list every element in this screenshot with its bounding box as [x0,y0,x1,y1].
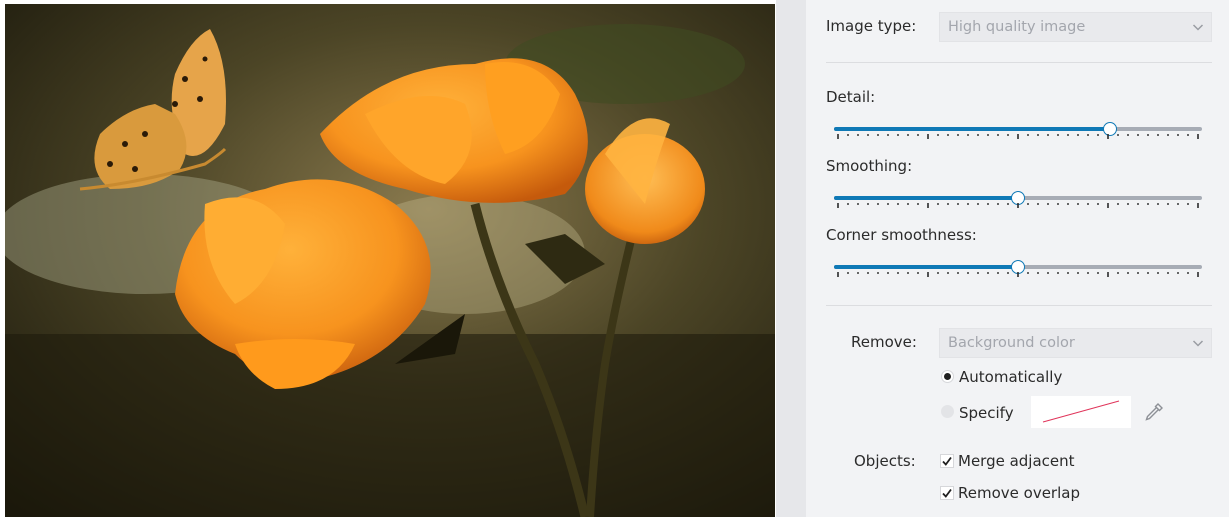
color-swatch[interactable] [1031,396,1131,428]
panel-gutter [776,0,806,517]
slider-ticks [837,272,1199,277]
specify-radio[interactable] [941,405,954,418]
remove-select[interactable]: Background color [939,328,1212,358]
image-type-value: High quality image [948,19,1086,35]
detail-slider[interactable] [834,121,1202,141]
slider-ticks [837,203,1199,208]
specify-label[interactable]: Specify [959,404,1014,422]
corner-smoothness-label: Corner smoothness: [826,226,977,244]
objects-label: Objects: [854,452,916,470]
slider-ticks [837,134,1199,139]
smoothing-label: Smoothing: [826,157,913,175]
image-preview-area [0,0,776,517]
automatically-label[interactable]: Automatically [959,368,1062,386]
remove-value: Background color [948,335,1075,351]
slider-fill [834,127,1110,131]
divider [826,305,1212,306]
chevron-down-icon [1192,340,1204,347]
eyedropper-icon[interactable] [1143,401,1165,423]
smoothing-slider[interactable] [834,190,1202,210]
chevron-down-icon [1192,24,1204,31]
no-color-indicator [1042,400,1120,423]
settings-panel: Image type: High quality image Detail: S… [806,0,1229,517]
remove-overlap-checkbox[interactable] [940,486,954,500]
image-type-label: Image type: [826,17,917,35]
slider-fill [834,265,1018,269]
slider-fill [834,196,1018,200]
vectorized-image-preview [5,4,775,517]
merge-adjacent-label[interactable]: Merge adjacent [958,452,1075,470]
corner-smoothness-slider[interactable] [834,259,1202,279]
remove-label: Remove: [851,333,917,351]
remove-overlap-label[interactable]: Remove overlap [958,484,1080,502]
divider [826,62,1212,63]
automatically-radio[interactable] [941,370,954,383]
detail-label: Detail: [826,88,876,106]
image-type-select[interactable]: High quality image [939,12,1212,42]
merge-adjacent-checkbox[interactable] [940,454,954,468]
